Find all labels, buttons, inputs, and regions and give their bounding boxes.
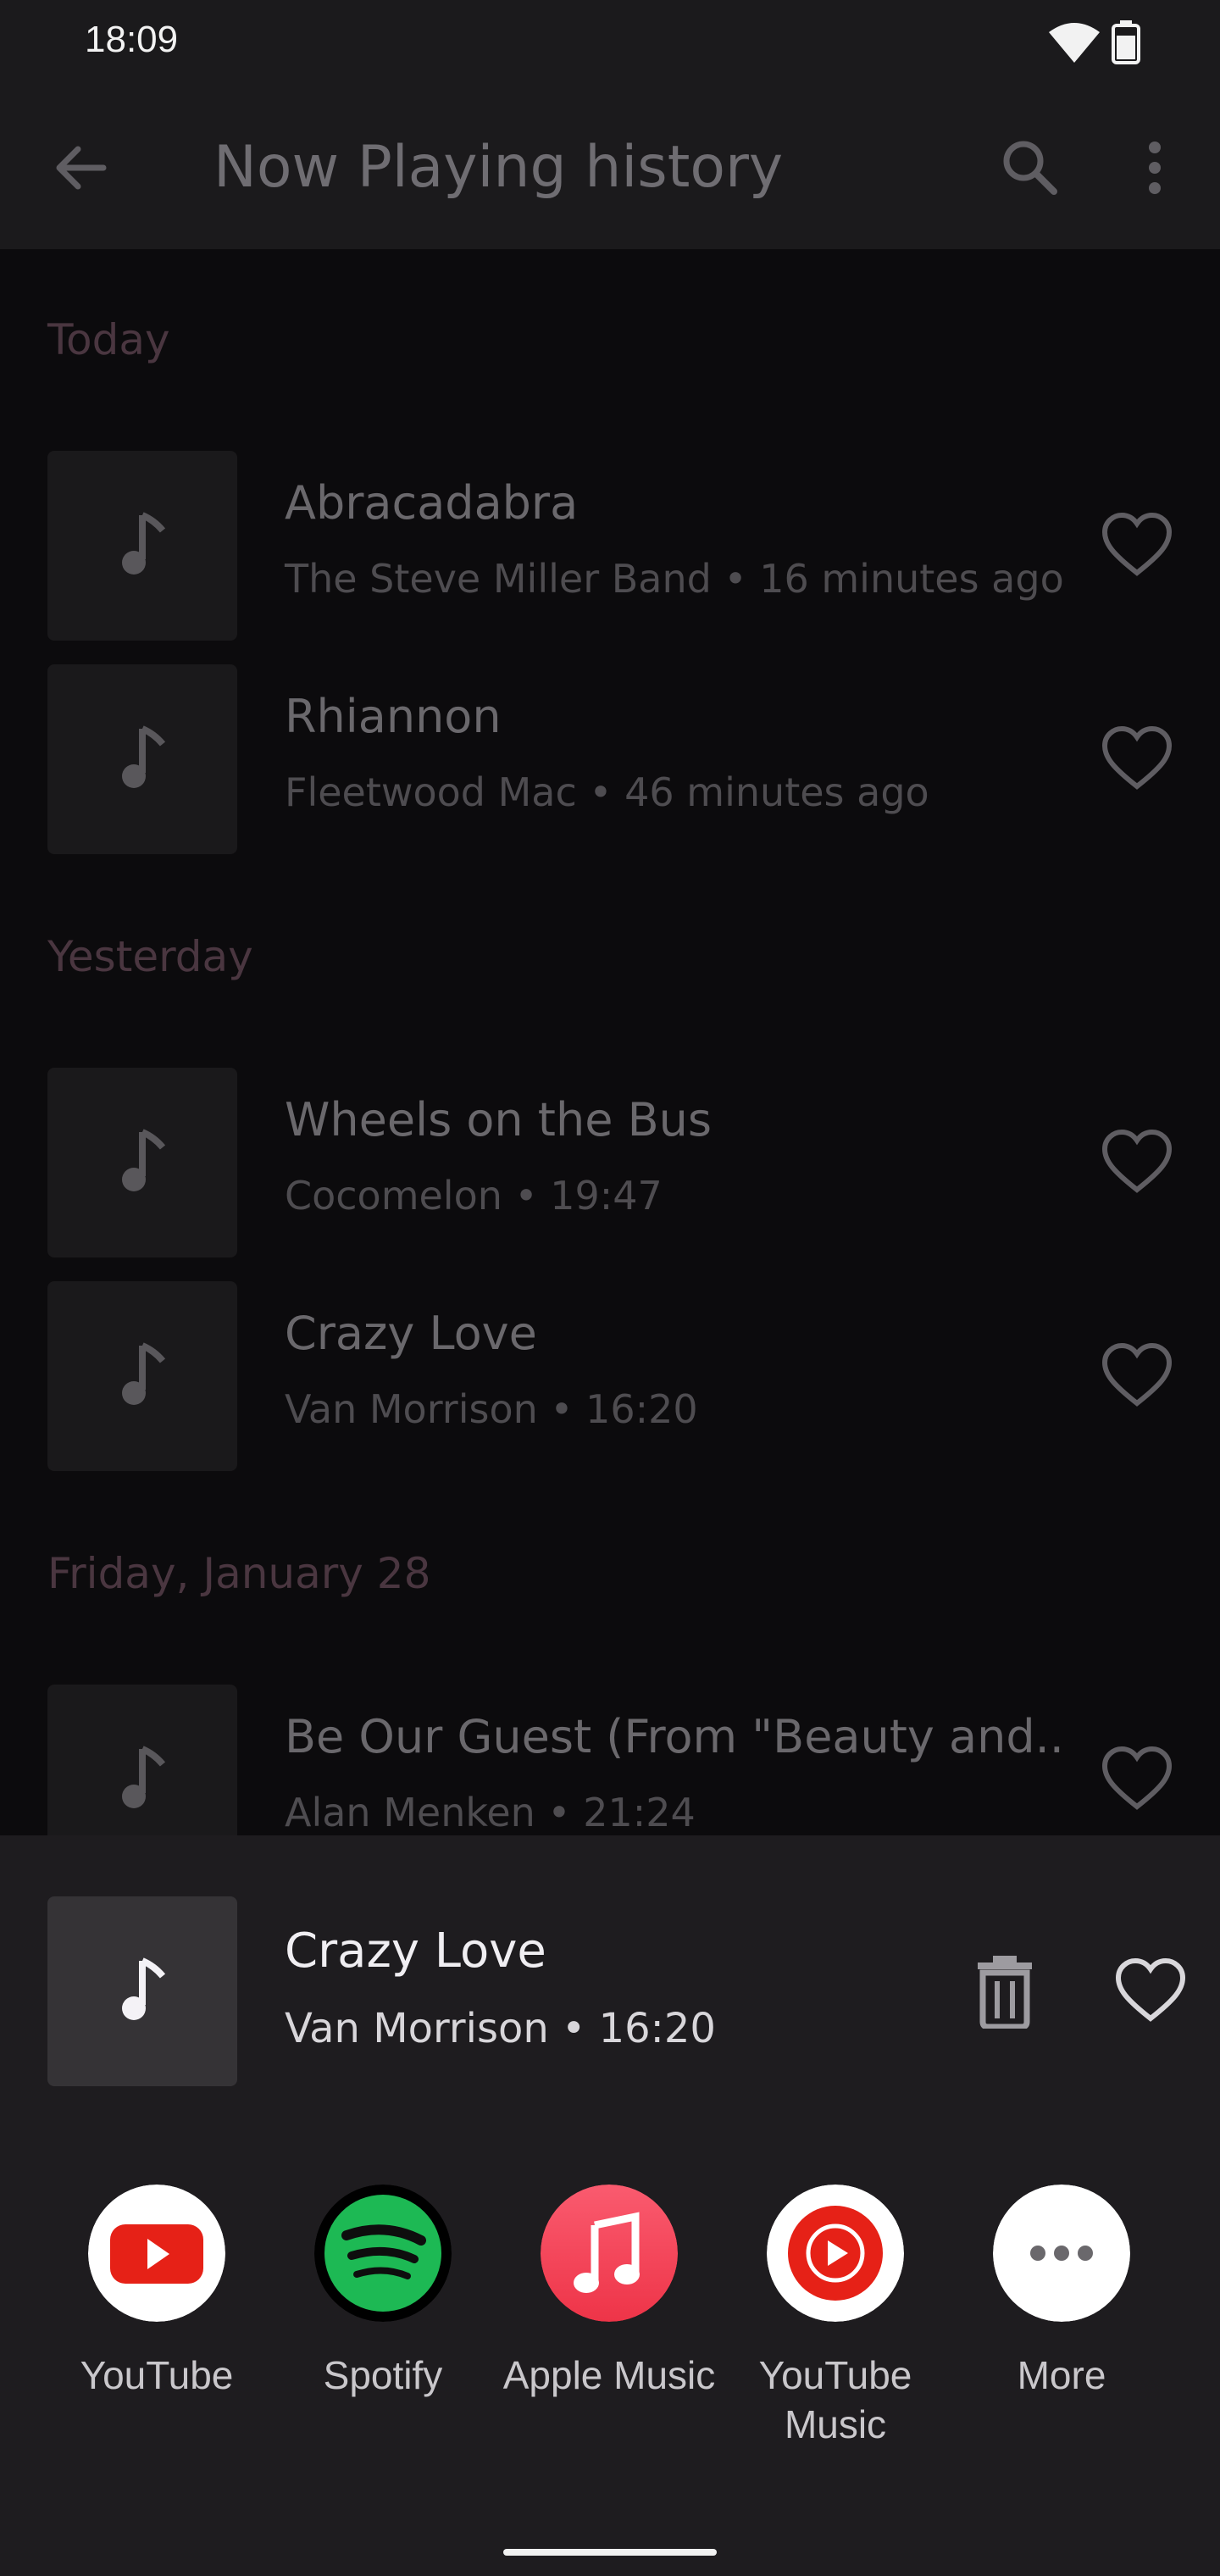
status-bar: 18:09 — [0, 0, 1220, 85]
status-time: 18:09 — [85, 19, 179, 60]
album-art — [47, 1281, 237, 1471]
album-art — [47, 1896, 237, 2086]
app-more[interactable]: More — [951, 2185, 1172, 2473]
app-youtube[interactable]: YouTube — [47, 2185, 267, 2473]
song-actions-sheet: Crazy Love Van Morrison • 16:20 YouTube — [0, 1835, 1220, 2576]
app-label: Apple Music — [502, 2353, 716, 2397]
heart-icon[interactable] — [1101, 1129, 1173, 1196]
song-meta: Alan Menken • 21:24 — [285, 1790, 696, 1835]
music-note-icon — [122, 1129, 166, 1191]
song-title: Crazy Love — [285, 1924, 546, 1979]
section-header-today: Today — [47, 315, 170, 364]
selected-song: Crazy Love Van Morrison • 16:20 — [0, 1835, 1220, 2090]
song-meta: Cocomelon • 19:47 — [285, 1173, 663, 1219]
app-label: Spotify — [323, 2353, 443, 2397]
more-icon[interactable] — [993, 2185, 1130, 2322]
song-title: Crazy Love — [285, 1307, 537, 1360]
list-item[interactable]: Be Our Guest (From "Beauty and.. Alan Me… — [0, 1685, 1220, 1835]
album-art — [47, 1068, 237, 1257]
album-art — [47, 664, 237, 854]
open-with-apps: YouTube Spotify Apple Music YouTube Musi… — [0, 2185, 1220, 2446]
youtube-music-icon[interactable] — [767, 2185, 904, 2322]
heart-icon[interactable] — [1101, 725, 1173, 793]
music-note-icon — [122, 1342, 166, 1405]
music-note-icon — [122, 512, 166, 575]
back-arrow-icon[interactable] — [47, 134, 115, 202]
list-item[interactable]: Abracadabra The Steve Miller Band • 16 m… — [0, 451, 1220, 641]
heart-icon[interactable] — [1101, 1342, 1173, 1410]
album-art — [47, 451, 237, 641]
app-label: More — [1017, 2353, 1106, 2397]
song-title: Wheels on the Bus — [285, 1093, 712, 1146]
apple-music-icon[interactable] — [541, 2185, 678, 2322]
spotify-icon[interactable] — [314, 2185, 452, 2322]
section-header-yesterday: Yesterday — [47, 932, 253, 981]
song-meta: The Steve Miller Band • 16 minutes ago — [285, 556, 1064, 602]
youtube-icon[interactable] — [88, 2185, 225, 2322]
gesture-nav-handle[interactable] — [503, 2549, 717, 2556]
music-note-icon — [122, 1746, 166, 1808]
wifi-icon — [1049, 23, 1100, 63]
song-meta: Van Morrison • 16:20 — [285, 2005, 716, 2052]
heart-icon[interactable] — [1101, 512, 1173, 580]
page-title: Now Playing history — [214, 134, 784, 201]
battery-icon — [1112, 20, 1140, 64]
list-item[interactable]: Crazy Love Van Morrison • 16:20 — [0, 1281, 1220, 1471]
app-youtube-music[interactable]: YouTube Music — [725, 2185, 946, 2473]
section-header-friday: Friday, January 28 — [47, 1549, 431, 1598]
album-art — [47, 1685, 237, 1835]
heart-icon[interactable] — [1101, 1746, 1173, 1813]
song-title: Be Our Guest (From "Beauty and.. — [285, 1710, 1064, 1763]
history-list: Today Abracadabra The Steve Miller Band … — [0, 249, 1220, 1835]
search-icon[interactable] — [996, 134, 1064, 202]
song-meta: Fleetwood Mac • 46 minutes ago — [285, 769, 929, 815]
app-spotify[interactable]: Spotify — [273, 2185, 493, 2473]
trash-icon[interactable] — [974, 1954, 1035, 2029]
music-note-icon — [122, 725, 166, 788]
music-note-icon — [122, 1957, 166, 2020]
song-meta: Van Morrison • 16:20 — [285, 1386, 698, 1432]
app-apple-music[interactable]: Apple Music — [499, 2185, 719, 2473]
app-label: YouTube — [80, 2353, 234, 2397]
app-label: YouTube Music — [758, 2353, 912, 2446]
song-title: Rhiannon — [285, 690, 502, 743]
app-bar: Now Playing history — [0, 85, 1220, 249]
heart-icon[interactable] — [1115, 1957, 1186, 2025]
list-item[interactable]: Rhiannon Fleetwood Mac • 46 minutes ago — [0, 664, 1220, 854]
song-title: Abracadabra — [285, 476, 579, 530]
more-options-icon[interactable] — [1125, 134, 1184, 202]
list-item[interactable]: Wheels on the Bus Cocomelon • 19:47 — [0, 1068, 1220, 1257]
